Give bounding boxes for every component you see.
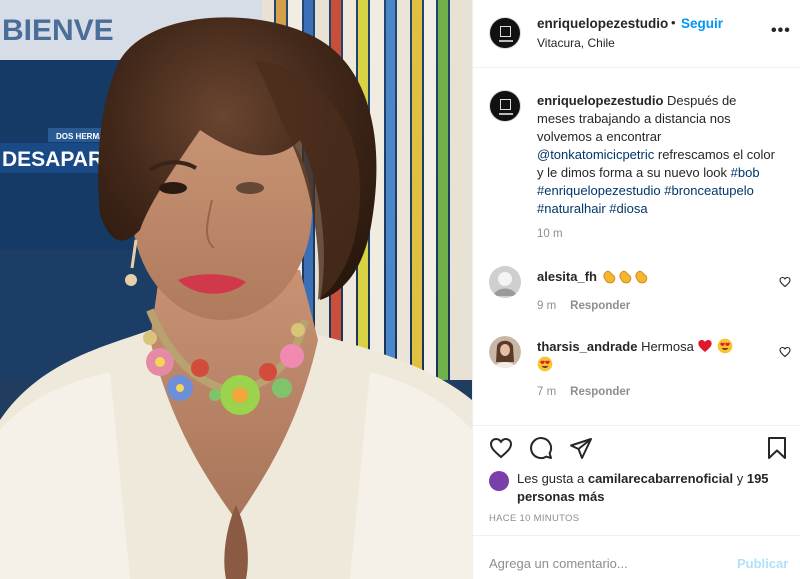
comment-text: alesita_fh	[537, 268, 649, 286]
liker-username[interactable]: camilarecabarrenoficial	[588, 471, 733, 486]
reply-button[interactable]: Responder	[570, 386, 630, 398]
follow-button[interactable]: Seguir	[681, 16, 723, 31]
hashtag-link[interactable]: #diosa	[609, 201, 647, 216]
heart-eyes-icon	[717, 338, 733, 354]
comment-username[interactable]: alesita_fh	[537, 269, 597, 284]
publish-button[interactable]: Publicar	[737, 556, 788, 571]
reply-button[interactable]: Responder	[570, 300, 630, 312]
caption-author-avatar[interactable]	[489, 90, 521, 122]
liker-avatar[interactable]	[489, 471, 509, 491]
caption-mention[interactable]: @tonkatomicicpetric	[537, 147, 654, 162]
add-comment-bar: Agrega un comentario... Publicar	[473, 535, 800, 579]
save-bookmark-icon[interactable]	[765, 436, 789, 460]
hashtag-link[interactable]: #bronceatupelo	[664, 183, 754, 198]
comment-time: 7 m	[537, 386, 557, 398]
post-details-panel: enriquelopezestudio • Seguir Vitacura, C…	[472, 0, 800, 579]
like-comment-heart-icon[interactable]	[779, 276, 791, 288]
red-heart-icon	[698, 340, 713, 352]
post-header: enriquelopezestudio • Seguir Vitacura, C…	[473, 0, 800, 68]
likes-text: Les gusta a camilarecabarrenoficial y 19…	[517, 471, 769, 504]
post-actions-bar	[473, 425, 800, 471]
hashtag-link[interactable]: #naturalhair	[537, 201, 606, 216]
comment-username[interactable]: tharsis_andrade	[537, 339, 637, 354]
studio-sign-top: BIENVE	[2, 14, 114, 47]
commenter-avatar[interactable]	[489, 336, 521, 368]
clapping-hands-icon	[603, 270, 647, 284]
commenter-avatar[interactable]	[489, 266, 521, 298]
post-photo[interactable]: BIENVE DOS HERMANAS DESAPARECIL	[0, 0, 472, 579]
comment-time: 9 m	[537, 300, 557, 312]
like-heart-icon[interactable]	[489, 436, 513, 460]
comment-bubble-icon[interactable]	[529, 436, 553, 460]
post-image: BIENVE DOS HERMANAS DESAPARECIL	[0, 0, 472, 579]
comment-text-line2	[537, 356, 553, 374]
like-comment-heart-icon[interactable]	[779, 346, 791, 358]
caption-username[interactable]: enriquelopezestudio	[537, 93, 663, 108]
post-location[interactable]: Vitacura, Chile	[537, 36, 615, 50]
hashtag-link[interactable]: #enriquelopezestudio	[537, 183, 661, 198]
more-options-icon[interactable]: •••	[771, 22, 791, 40]
comment-body: Hermosa	[641, 339, 694, 354]
author-avatar[interactable]	[489, 17, 521, 49]
author-username[interactable]: enriquelopezestudio	[537, 16, 668, 31]
separator-dot: •	[671, 15, 676, 30]
comment-text: tharsis_andrade Hermosa	[537, 338, 733, 356]
hashtag-link[interactable]: #bob	[731, 165, 760, 180]
comment-meta: 9 m Responder	[537, 300, 630, 312]
caption-time: 10 m	[537, 228, 563, 240]
comment-meta: 7 m Responder	[537, 386, 630, 398]
share-paper-plane-icon[interactable]	[569, 436, 593, 460]
post-timestamp[interactable]: HACE 10 MINUTOS	[489, 513, 579, 524]
heart-eyes-icon	[537, 356, 553, 372]
comment-input[interactable]: Agrega un comentario...	[489, 556, 628, 571]
caption-text: enriquelopezestudio Después de meses tra…	[537, 92, 777, 218]
